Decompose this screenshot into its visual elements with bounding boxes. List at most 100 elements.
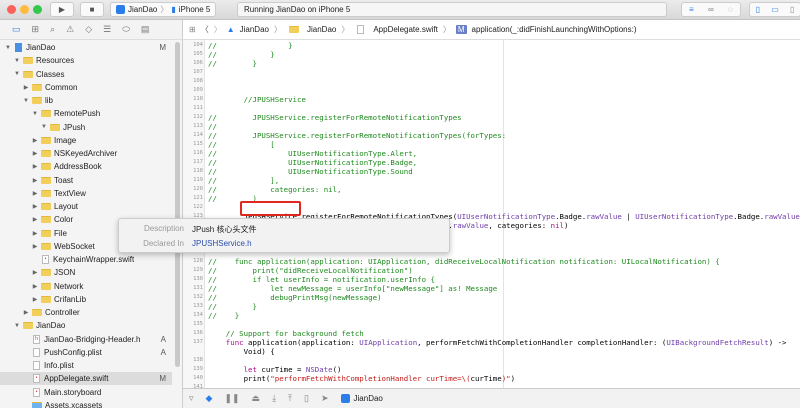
- breadcrumb-group[interactable]: JianDao: [307, 25, 336, 34]
- zoom-window-button[interactable]: [33, 5, 42, 14]
- code-line: 112 // JPUSHService.registerForRemoteNoti…: [183, 113, 800, 122]
- breakpoint-navigator-icon[interactable]: ⬭: [122, 24, 130, 35]
- disclosure-expanded-icon[interactable]: ▼: [13, 323, 21, 329]
- breadcrumb-symbol[interactable]: application(_:didFinishLaunchingWithOpti…: [472, 25, 637, 34]
- related-items-icon[interactable]: ⊞: [189, 25, 196, 34]
- breadcrumb-file[interactable]: AppDelegate.swift: [373, 25, 437, 34]
- stop-button[interactable]: ■: [80, 2, 104, 17]
- disclosure-collapsed-icon[interactable]: ▶: [31, 150, 39, 157]
- sidebar-item[interactable]: ▼ JPush: [0, 121, 172, 134]
- step-over-icon[interactable]: ⏏: [252, 393, 261, 404]
- sidebar-item[interactable]: ▶ CrifanLib: [0, 293, 172, 306]
- code-line: 110 //JPUSHService: [183, 95, 800, 104]
- version-editor-icon[interactable]: ◌: [728, 5, 733, 14]
- sidebar-item[interactable]: ▼ Resources: [0, 54, 172, 67]
- sidebar-item[interactable]: • AppDelegate.swift M: [0, 372, 172, 386]
- breakpoints-toggle-icon[interactable]: ◆: [206, 393, 213, 404]
- report-navigator-icon[interactable]: ▤: [141, 24, 150, 35]
- disclosure-collapsed-icon[interactable]: ▶: [31, 137, 39, 144]
- disclosure-collapsed-icon[interactable]: ▶: [31, 283, 39, 290]
- back-button[interactable]: 〈: [201, 24, 209, 35]
- disclosure-expanded-icon[interactable]: ▼: [13, 58, 21, 64]
- warning-icon[interactable]: ⚠: [66, 24, 74, 35]
- run-button[interactable]: ▶: [50, 2, 74, 17]
- line-number: 118: [193, 167, 203, 174]
- sidebar-item[interactable]: ▶ Toast: [0, 174, 172, 187]
- disclosure-collapsed-icon[interactable]: ▶: [22, 84, 30, 91]
- forward-button[interactable]: 〉: [214, 24, 222, 35]
- sidebar-item[interactable]: ▼ JianDao: [0, 319, 172, 332]
- disclosure-collapsed-icon[interactable]: ▶: [31, 190, 39, 197]
- step-out-icon[interactable]: ⤒: [288, 393, 292, 404]
- disclosure-expanded-icon[interactable]: ▼: [40, 124, 48, 130]
- standard-editor-icon[interactable]: ≡: [689, 5, 694, 14]
- sidebar-item[interactable]: ▼ JianDao M: [0, 41, 172, 54]
- disclosure-collapsed-icon[interactable]: ▶: [31, 230, 39, 237]
- scheme-selector[interactable]: JianDao 〉 ▮ iPhone 5: [110, 2, 217, 17]
- sidebar-item[interactable]: h JianDao-Bridging-Header.h A: [0, 333, 172, 346]
- debug-target[interactable]: JianDao: [340, 394, 383, 403]
- disclosure-expanded-icon[interactable]: ▼: [22, 98, 30, 104]
- sidebar-item[interactable]: ▶ JSON: [0, 266, 172, 279]
- sidebar-item[interactable]: • KeychainWrapper.swift: [0, 253, 172, 266]
- code-line: 109: [183, 86, 800, 95]
- debug-navigator-icon[interactable]: ☰: [103, 24, 111, 35]
- test-navigator-icon[interactable]: ◇: [85, 24, 92, 35]
- disclosure-collapsed-icon[interactable]: ▶: [31, 203, 39, 210]
- sidebar-item[interactable]: ▶ Controller: [0, 306, 172, 319]
- disclosure-collapsed-icon[interactable]: ▶: [31, 269, 39, 276]
- disclosure-collapsed-icon[interactable]: ▶: [31, 163, 39, 170]
- sidebar-item[interactable]: ▶ TextView: [0, 187, 172, 200]
- sidebar-item[interactable]: ▶ NSKeyedArchiver: [0, 147, 172, 160]
- sidebar-item[interactable]: ▶ Layout: [0, 200, 172, 213]
- sidebar-item[interactable]: ▶ Network: [0, 280, 172, 293]
- code-token: // Support for background fetch: [208, 328, 364, 338]
- disclosure-expanded-icon[interactable]: ▼: [31, 111, 39, 117]
- sidebar-item[interactable]: ▶ Common: [0, 81, 172, 94]
- sidebar-item[interactable]: ▼ RemotePush: [0, 107, 172, 120]
- disclosure-expanded-icon[interactable]: ▼: [13, 71, 21, 77]
- utilities-toggle-icon[interactable]: ▯: [790, 5, 794, 14]
- code-line: 107: [183, 68, 800, 77]
- step-in-icon[interactable]: ⤓: [272, 393, 276, 404]
- navigator-toggle-icon[interactable]: ▯: [756, 5, 760, 14]
- minimize-window-button[interactable]: [20, 5, 29, 14]
- view-debugger-icon[interactable]: ▯: [304, 393, 309, 404]
- editor-mode-group[interactable]: ≡ ∞ ◌: [681, 2, 741, 17]
- view-toggle-group[interactable]: ▯ ▭ ▯: [749, 2, 800, 17]
- disclosure-collapsed-icon[interactable]: ▶: [22, 309, 30, 316]
- breadcrumb-project[interactable]: JianDao: [240, 25, 269, 34]
- code-text: // Support for background fetch: [208, 329, 364, 338]
- sidebar-item[interactable]: ▼ lib: [0, 94, 172, 107]
- hide-debug-area-icon[interactable]: ▿: [189, 393, 194, 404]
- plist-file-icon: [33, 347, 40, 357]
- code-line: 137 func application(application: UIAppl…: [183, 338, 800, 347]
- code-line: 130 // if let userInfo = notification.use…: [183, 275, 800, 284]
- sidebar-item[interactable]: ▶ Image: [0, 134, 172, 147]
- sidebar-item-label: PushConfig.plist: [44, 347, 102, 357]
- disclosure-collapsed-icon[interactable]: ▶: [31, 296, 39, 303]
- pause-icon[interactable]: ❚❚: [224, 393, 239, 404]
- sidebar-item[interactable]: PushConfig.plist A: [0, 346, 172, 359]
- sidebar-scrollbar[interactable]: [175, 42, 180, 367]
- assistant-editor-icon[interactable]: ∞: [708, 5, 714, 14]
- debug-area-toggle-icon[interactable]: ▭: [771, 5, 779, 14]
- sidebar-item[interactable]: ▶ AddressBook: [0, 160, 172, 173]
- declared-in-link[interactable]: JPUSHService.h: [192, 239, 252, 248]
- sidebar-item-label: Common: [45, 82, 78, 92]
- disclosure-collapsed-icon[interactable]: ▶: [31, 243, 39, 250]
- code-token: nil: [550, 220, 565, 230]
- search-icon[interactable]: ⌕: [50, 24, 55, 35]
- disclosure-collapsed-icon[interactable]: ▶: [31, 216, 39, 223]
- location-icon[interactable]: ➤: [321, 393, 329, 404]
- project-navigator-icon[interactable]: ▭: [12, 24, 21, 35]
- symbol-navigator-icon[interactable]: ⊞: [32, 24, 40, 35]
- sidebar-item[interactable]: • Main.storyboard: [0, 386, 172, 399]
- disclosure-expanded-icon[interactable]: ▼: [4, 45, 12, 51]
- sidebar-item[interactable]: ▼ Classes: [0, 68, 172, 81]
- close-window-button[interactable]: [7, 5, 16, 14]
- sidebar-item[interactable]: Info.plist: [0, 359, 172, 372]
- disclosure-collapsed-icon[interactable]: ▶: [31, 177, 39, 184]
- code-token: rawValue: [586, 211, 622, 221]
- sidebar-item[interactable]: Assets.xcassets: [0, 399, 172, 408]
